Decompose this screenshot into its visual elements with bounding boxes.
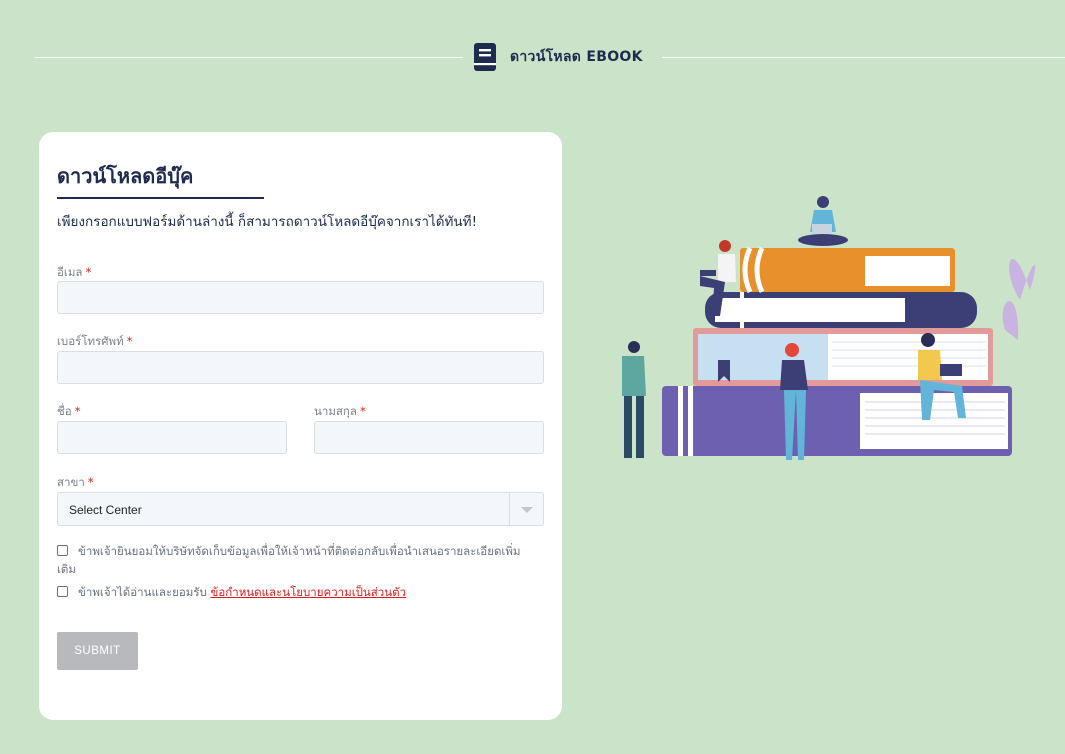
privacy-policy-link[interactable]: ข้อกำหนดและนโยบายความเป็นส่วนตัว	[211, 585, 407, 599]
page-header: ดาวน์โหลด EBOOK	[474, 42, 643, 72]
last-name-field[interactable]	[314, 421, 544, 454]
first-name-field[interactable]	[57, 421, 287, 454]
download-form-card: ดาวน์โหลดอีบุ๊ค เพียงกรอกแบบฟอร์มด้านล่า…	[39, 132, 562, 720]
consent-data-checkbox[interactable]	[57, 545, 68, 556]
title-underline	[57, 197, 264, 199]
email-field[interactable]	[57, 281, 544, 314]
navy-book	[705, 292, 977, 328]
consent-data-text: ข้าพเจ้ายินยอมให้บริษัทจัดเก็บข้อมูลเพื่…	[78, 544, 521, 558]
person-sitting-top	[798, 196, 848, 246]
header-title: ดาวน์โหลด EBOOK	[510, 49, 643, 65]
last-name-label: นามสกุล *	[314, 404, 366, 418]
plant-leaf	[1002, 258, 1036, 340]
consent-data-text-cont: เติม	[57, 562, 76, 576]
phone-label: เบอร์โทรศัพท์ *	[57, 334, 133, 348]
branch-select-toggle[interactable]	[509, 493, 543, 525]
header-divider-left	[35, 57, 463, 58]
email-label: อีเมล *	[57, 265, 92, 279]
person-standing-left	[622, 341, 646, 458]
orange-book	[740, 246, 955, 294]
branch-label: สาขา *	[57, 475, 94, 489]
header-divider-right	[662, 57, 1065, 58]
submit-button[interactable]: SUBMIT	[57, 632, 138, 670]
phone-field[interactable]	[57, 351, 544, 384]
branch-select-value: Select Center	[69, 503, 142, 517]
consent-privacy-row: ข้าพเจ้าได้อ่านและยอมรับ ข้อกำหนดและนโยบ…	[57, 583, 406, 601]
consent-privacy-text: ข้าพเจ้าได้อ่านและยอมรับ	[78, 585, 207, 599]
book-icon	[474, 43, 496, 71]
chevron-down-icon	[521, 507, 533, 513]
consent-data-row: ข้าพเจ้ายินยอมให้บริษัทจัดเก็บข้อมูลเพื่…	[57, 542, 547, 578]
form-subtitle: เพียงกรอกแบบฟอร์มด้านล่างนี้ ก็สามารถดาว…	[57, 214, 477, 230]
first-name-label: ชื่อ *	[57, 404, 81, 418]
branch-select[interactable]: Select Center	[57, 492, 544, 526]
pink-book	[693, 328, 993, 386]
consent-privacy-checkbox[interactable]	[57, 586, 68, 597]
form-title: ดาวน์โหลดอีบุ๊ค	[57, 164, 194, 188]
books-with-people-illustration	[622, 196, 1036, 460]
